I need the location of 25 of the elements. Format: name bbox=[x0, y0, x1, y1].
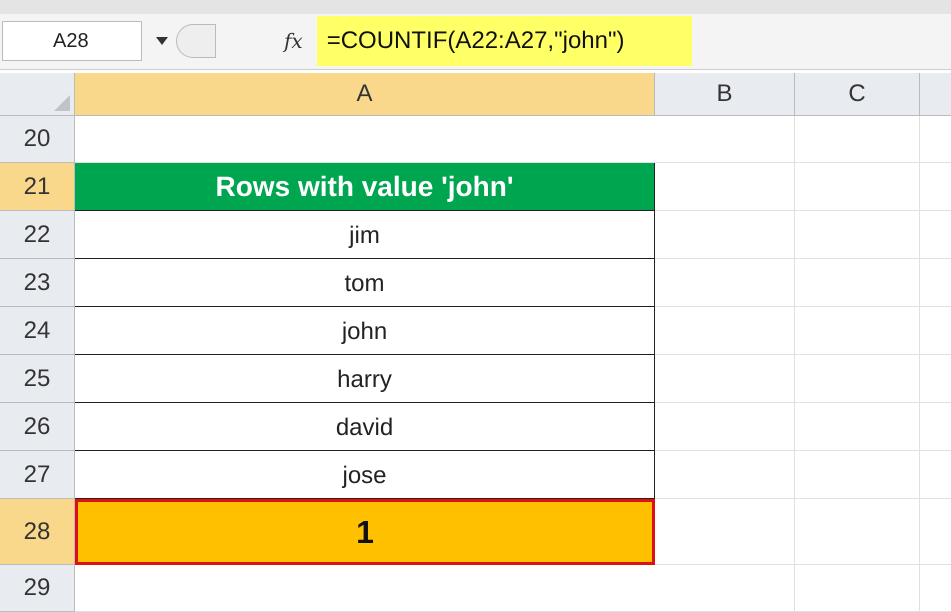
row-header[interactable]: 26 bbox=[0, 403, 75, 451]
row-header[interactable]: 21 bbox=[0, 163, 75, 211]
row-header[interactable]: 24 bbox=[0, 307, 75, 355]
result-cell[interactable]: 1 bbox=[75, 499, 655, 565]
formula-field[interactable]: =COUNTIF(A22:A27,"john") bbox=[316, 16, 692, 66]
table-cell: tom bbox=[75, 259, 655, 307]
table-cell: david bbox=[75, 403, 655, 451]
resize-handle[interactable] bbox=[176, 24, 216, 58]
column-header[interactable]: A bbox=[75, 73, 655, 115]
row-header[interactable]: 25 bbox=[0, 355, 75, 403]
corner-triangle-icon bbox=[54, 95, 70, 111]
table-cell: harry bbox=[75, 355, 655, 403]
name-box[interactable]: A28 bbox=[2, 21, 142, 62]
row-header[interactable]: 20 bbox=[0, 116, 75, 163]
table-cell: jim bbox=[75, 211, 655, 259]
table-cell: jose bbox=[75, 451, 655, 499]
row-header[interactable]: 22 bbox=[0, 211, 75, 259]
table-header-cell: Rows with value 'john' bbox=[75, 163, 655, 211]
dropdown-icon[interactable] bbox=[156, 37, 168, 46]
row-header[interactable]: 28 bbox=[0, 499, 75, 565]
row-header[interactable]: 23 bbox=[0, 259, 75, 307]
row-header[interactable]: 29 bbox=[0, 565, 75, 612]
table-cell: john bbox=[75, 307, 655, 355]
function-icon[interactable]: fx bbox=[284, 26, 303, 56]
row-header[interactable]: 27 bbox=[0, 451, 75, 499]
